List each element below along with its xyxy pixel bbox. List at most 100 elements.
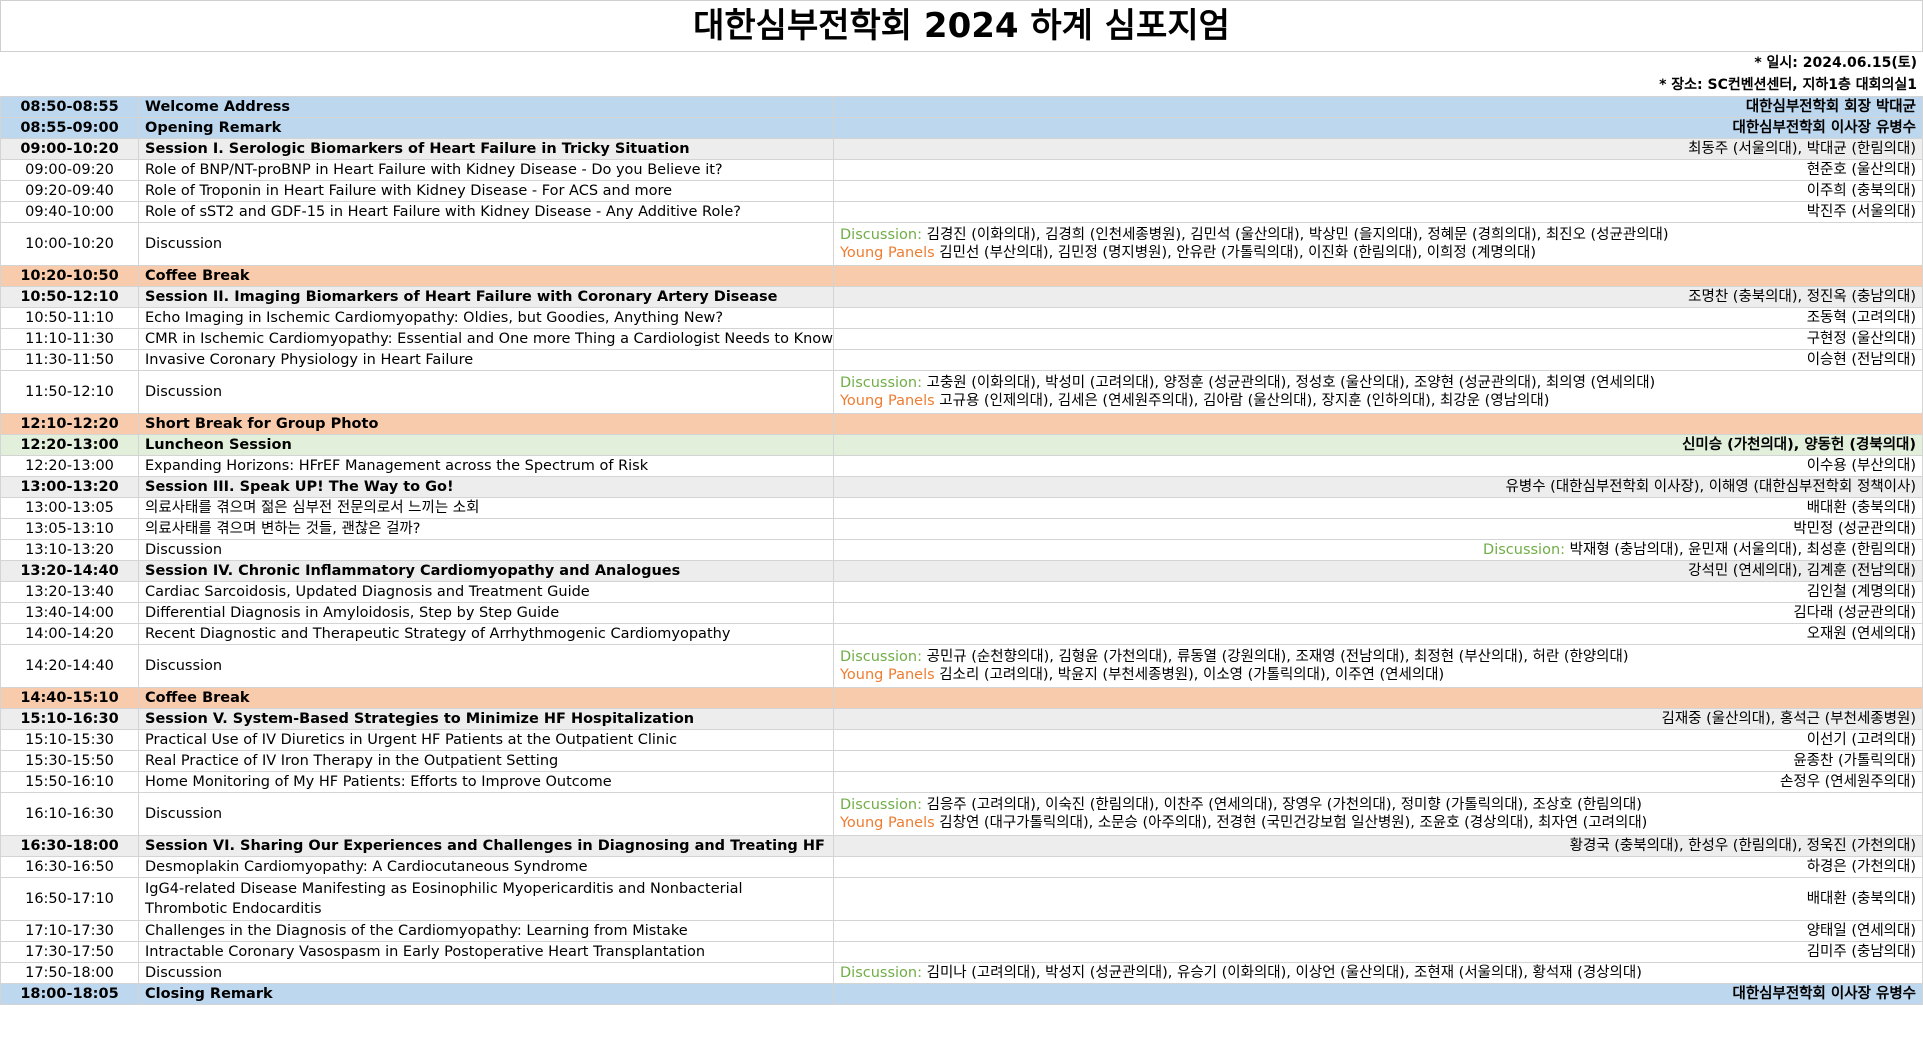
speaker-cell: 대한심부전학회 이사장 유병수 xyxy=(833,117,1923,139)
title-cell: Session V. System-Based Strategies to Mi… xyxy=(138,708,834,730)
time-cell: 16:50-17:10 xyxy=(0,877,139,921)
time-cell: 15:10-15:30 xyxy=(0,729,139,751)
time-cell: 11:10-11:30 xyxy=(0,328,139,350)
schedule-row: 13:20-14:40 Session IV. Chronic Inflammat… xyxy=(0,560,1923,582)
title-cell: Desmoplakin Cardiomyopathy: A Cardiocuta… xyxy=(138,856,834,878)
time-cell: 11:50-12:10 xyxy=(0,370,139,414)
title-cell: Challenges in the Diagnosis of the Cardi… xyxy=(138,920,834,942)
time-cell: 12:10-12:20 xyxy=(0,413,139,435)
time-cell: 09:20-09:40 xyxy=(0,180,139,202)
discussion-label: Discussion: xyxy=(840,227,922,243)
title-cell: Expanding Horizons: HFrEF Management acr… xyxy=(138,455,834,477)
young-panelists: 김민선 (부산의대), 김민정 (명지병원), 안유란 (가톨릭의대), 이진화… xyxy=(939,245,1537,261)
time-cell: 14:40-15:10 xyxy=(0,687,139,709)
young-panels-label: Young Panels xyxy=(840,393,935,409)
discussion-label: Discussion: xyxy=(840,965,922,981)
discussion-label: Discussion: xyxy=(1483,542,1566,558)
title-cell: CMR in Ischemic Cardiomyopathy: Essentia… xyxy=(138,328,834,350)
schedule-row: 14:00-14:20 Recent Diagnostic and Therape… xyxy=(0,623,1923,645)
title-cell: Practical Use of IV Diuretics in Urgent … xyxy=(138,729,834,751)
title-cell: 의료사태를 겪으며 젊은 심부전 전문의로서 느끼는 소회 xyxy=(138,497,834,519)
title-cell: Coffee Break xyxy=(138,265,834,287)
title-cell: Session III. Speak UP! The Way to Go! xyxy=(138,476,834,498)
speaker-cell: 배대환 (충북의대) xyxy=(833,497,1923,519)
schedule-row: 17:50-18:00 Discussion Discussion: 김미나 (고려… xyxy=(0,962,1923,984)
schedule-row: 10:50-12:10 Session II. Imaging Biomarker… xyxy=(0,286,1923,308)
schedule-row: 10:20-10:50 Coffee Break xyxy=(0,265,1923,287)
schedule-row: 13:05-13:10 의료사태를 겪으며 변하는 것들, 괜찮은 걸까? 박민정 … xyxy=(0,518,1923,540)
schedule-row: 11:30-11:50 Invasive Coronary Physiology … xyxy=(0,349,1923,371)
speaker-cell: 조명찬 (충북의대), 정진옥 (충남의대) xyxy=(833,286,1923,308)
schedule-row: 09:00-10:20 Session I. Serologic Biomarke… xyxy=(0,138,1923,160)
schedule-row: 12:10-12:20 Short Break for Group Photo xyxy=(0,413,1923,435)
schedule-row: 12:20-13:00 Luncheon Session 신미승 (가천의대), 양… xyxy=(0,434,1923,456)
speaker-cell: 구현정 (울산의대) xyxy=(833,328,1923,350)
time-cell: 10:00-10:20 xyxy=(0,222,139,266)
schedule-row: 09:20-09:40 Role of Troponin in Heart Fai… xyxy=(0,180,1923,202)
title-cell: Session VI. Sharing Our Experiences and … xyxy=(138,835,834,857)
title-cell: Role of BNP/NT-proBNP in Heart Failure w… xyxy=(138,159,834,181)
speaker-cell: 박진주 (서울의대) xyxy=(833,201,1923,223)
time-cell: 13:00-13:20 xyxy=(0,476,139,498)
schedule-row: 13:10-13:20 Discussion Discussion: 박재형 (충남… xyxy=(0,539,1923,561)
young-panels-label: Young Panels xyxy=(840,245,935,261)
discussion-label: Discussion: xyxy=(840,375,922,391)
title-cell: Discussion xyxy=(138,539,834,561)
title-cell: Discussion xyxy=(138,370,834,414)
time-cell: 16:10-16:30 xyxy=(0,792,139,836)
schedule-row: 16:30-18:00 Session VI. Sharing Our Exper… xyxy=(0,835,1923,857)
time-cell: 09:00-10:20 xyxy=(0,138,139,160)
time-cell: 14:20-14:40 xyxy=(0,644,139,688)
title-cell: Session I. Serologic Biomarkers of Heart… xyxy=(138,138,834,160)
title-cell: Recent Diagnostic and Therapeutic Strate… xyxy=(138,623,834,645)
schedule-row: 15:10-16:30 Session V. System-Based Strat… xyxy=(0,708,1923,730)
speaker-cell: 이승현 (전남의대) xyxy=(833,349,1923,371)
title-cell: Discussion xyxy=(138,962,834,984)
schedule-row: 14:40-15:10 Coffee Break xyxy=(0,687,1923,709)
time-cell: 15:10-16:30 xyxy=(0,708,139,730)
speaker-cell: 강석민 (연세의대), 김계훈 (전남의대) xyxy=(833,560,1923,582)
schedule-row: 11:10-11:30 CMR in Ischemic Cardiomyopath… xyxy=(0,328,1923,350)
title-cell: IgG4-related Disease Manifesting as Eosi… xyxy=(138,877,834,921)
young-panels-label: Young Panels xyxy=(840,815,935,831)
time-cell: 13:20-14:40 xyxy=(0,560,139,582)
schedule-row: 17:30-17:50 Intractable Coronary Vasospas… xyxy=(0,941,1923,963)
title-cell: Intractable Coronary Vasospasm in Early … xyxy=(138,941,834,963)
title-cell: Luncheon Session xyxy=(138,434,834,456)
speaker-cell: 김인철 (계명의대) xyxy=(833,581,1923,603)
title-cell: Short Break for Group Photo xyxy=(138,413,834,435)
speaker-cell: 최동주 (서울의대), 박대균 (한림의대) xyxy=(833,138,1923,160)
time-cell: 11:30-11:50 xyxy=(0,349,139,371)
schedule-body: 08:50-08:55 Welcome Address 대한심부전학회 회장 박대균… xyxy=(0,96,1923,1005)
time-cell: 13:10-13:20 xyxy=(0,539,139,561)
title-cell: Coffee Break xyxy=(138,687,834,709)
time-cell: 10:50-11:10 xyxy=(0,307,139,329)
title-cell: Invasive Coronary Physiology in Heart Fa… xyxy=(138,349,834,371)
schedule-row: 16:30-16:50 Desmoplakin Cardiomyopathy: A… xyxy=(0,856,1923,878)
speaker-cell: 대한심부전학회 회장 박대균 xyxy=(833,96,1923,118)
title-cell: Role of Troponin in Heart Failure with K… xyxy=(138,180,834,202)
young-panelists: 고규용 (인제의대), 김세은 (연세원주의대), 김아람 (울산의대), 장지… xyxy=(939,393,1550,409)
time-cell: 10:20-10:50 xyxy=(0,265,139,287)
schedule-row: 11:50-12:10 Discussion Discussion: 고충원 (이화… xyxy=(0,370,1923,414)
speaker-cell: 윤종찬 (가톨릭의대) xyxy=(833,750,1923,772)
title-cell: Home Monitoring of My HF Patients: Effor… xyxy=(138,771,834,793)
schedule-row: 16:50-17:10 IgG4-related Disease Manifest… xyxy=(0,877,1923,921)
schedule-row: 13:00-13:20 Session III. Speak UP! The Wa… xyxy=(0,476,1923,498)
title-cell: Closing Remark xyxy=(138,983,834,1005)
time-cell: 09:40-10:00 xyxy=(0,201,139,223)
title-cell: Real Practice of IV Iron Therapy in the … xyxy=(138,750,834,772)
title-cell: Discussion xyxy=(138,644,834,688)
time-cell: 18:00-18:05 xyxy=(0,983,139,1005)
discussion-panel-cell: Discussion: 고충원 (이화의대), 박성미 (고려의대), 양정훈 … xyxy=(833,370,1923,414)
title-cell: Welcome Address xyxy=(138,96,834,118)
schedule-row: 12:20-13:00 Expanding Horizons: HFrEF Man… xyxy=(0,455,1923,477)
time-cell: 17:10-17:30 xyxy=(0,920,139,942)
time-cell: 13:00-13:05 xyxy=(0,497,139,519)
young-panelists: 김창연 (대구가톨릭의대), 소문승 (아주의대), 전경현 (국민건강보험 일… xyxy=(939,815,1648,831)
schedule-row: 17:10-17:30 Challenges in the Diagnosis o… xyxy=(0,920,1923,942)
time-cell: 13:40-14:00 xyxy=(0,602,139,624)
schedule-row: 09:40-10:00 Role of sST2 and GDF-15 in He… xyxy=(0,201,1923,223)
speaker-cell: 유병수 (대한심부전학회 이사장), 이해영 (대한심부전학회 정책이사) xyxy=(833,476,1923,498)
title-cell: Differential Diagnosis in Amyloidosis, S… xyxy=(138,602,834,624)
